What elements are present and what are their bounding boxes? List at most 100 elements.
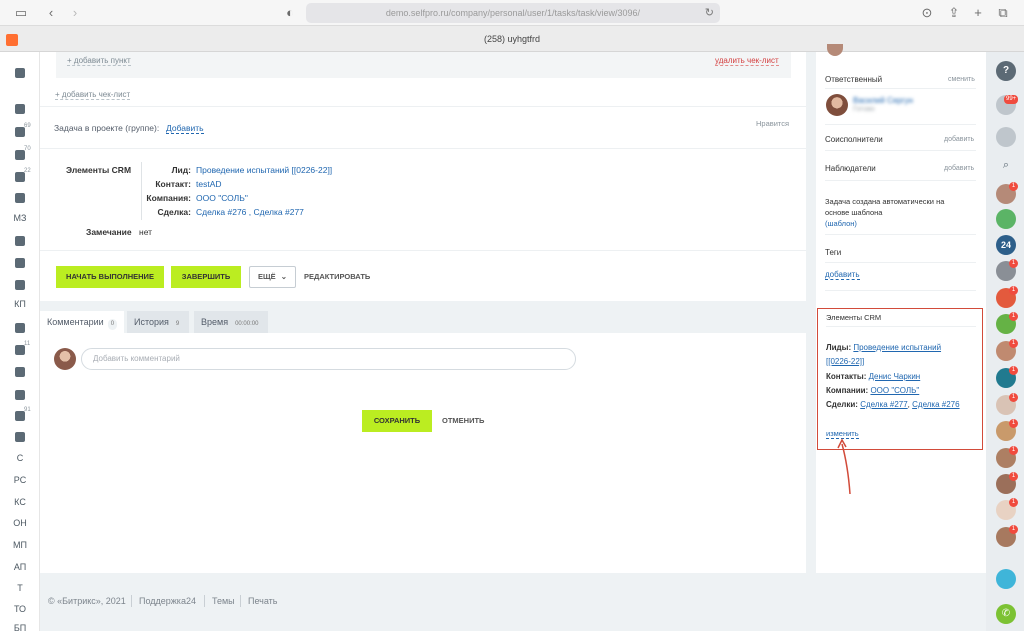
comment-input[interactable]: Добавить комментарий	[81, 348, 576, 370]
crm-contact-link[interactable]: testAD	[196, 179, 222, 189]
left-menu-item-text[interactable]: ОН	[0, 515, 40, 531]
cancel-comment-button[interactable]: ОТМЕНИТЬ	[442, 410, 484, 432]
like-link[interactable]: Нравится	[756, 119, 789, 128]
left-menu-label: ТО	[13, 604, 27, 614]
left-menu-item-text[interactable]: РС	[0, 472, 40, 488]
tab-history[interactable]: История 9	[127, 311, 190, 333]
phone-icon[interactable]: ✆	[996, 604, 1016, 624]
footer-themes-link[interactable]: Темы	[212, 596, 235, 606]
left-menu-item-box[interactable]	[0, 428, 40, 444]
new-tab-icon[interactable]: +	[969, 4, 987, 22]
tab-comments[interactable]: Комментарии 0	[40, 311, 125, 333]
left-menu-item-menu[interactable]	[0, 64, 40, 80]
unread-badge: 1	[1009, 366, 1018, 375]
box-icon	[15, 431, 25, 442]
add-checklist-link[interactable]: + добавить чек-лист	[55, 90, 131, 100]
menu-icon	[15, 67, 25, 78]
crm-deal-link[interactable]: Сделка #276 , Сделка #277	[196, 207, 304, 217]
privacy-shield-icon[interactable]: ◐	[281, 4, 299, 22]
left-menu-item-flow[interactable]	[0, 386, 40, 402]
tab-title[interactable]: (258) uyhgtfrd	[0, 26, 1024, 52]
forward-icon[interactable]: ›	[66, 4, 84, 22]
left-menu-item-refresh[interactable]: 22	[0, 168, 40, 184]
delete-checklist-link[interactable]: удалить чек-лист	[715, 56, 779, 66]
add-tag-link[interactable]: добавить	[825, 270, 860, 280]
left-menu-item-text[interactable]: МП	[0, 537, 40, 553]
left-menu-item-text[interactable]: МЗ	[0, 210, 40, 226]
footer-support-link[interactable]: Поддержка24	[139, 596, 196, 606]
crm-box-deal-link-2[interactable]: Сделка #276	[912, 400, 959, 409]
crm-box-leads-label: Лиды:	[826, 343, 852, 352]
unread-badge: 1	[1009, 393, 1018, 402]
left-menu-item-mail[interactable]: 91	[0, 407, 40, 423]
left-menu-item-text[interactable]: БП	[0, 620, 40, 631]
download-icon[interactable]: ⊙	[918, 4, 936, 22]
more-button[interactable]: ЕЩЁ ⌄	[249, 266, 296, 288]
crm-box-company-link[interactable]: ООО "СОЛЬ"	[870, 386, 919, 395]
add-checklist-item-link[interactable]: + добавить пункт	[67, 56, 131, 66]
left-menu-item-chat[interactable]: 11	[0, 341, 40, 357]
project-label: Задача в проекте (группе):	[54, 123, 160, 133]
left-menu-item-filter[interactable]: 69	[0, 123, 40, 139]
contact-avatar[interactable]	[996, 209, 1016, 229]
crm-box-divider	[826, 326, 976, 327]
messenger-icon[interactable]	[996, 127, 1016, 147]
tab-strip: (258) uyhgtfrd	[0, 26, 1024, 52]
crm-box-deal-link-1[interactable]: Сделка #277	[860, 400, 907, 409]
crm-box-lead-link[interactable]: Проведение испытаний	[853, 343, 941, 352]
edit-button[interactable]: РЕДАКТИРОВАТЬ	[304, 266, 370, 288]
building-icon	[15, 257, 25, 268]
group-icon	[15, 366, 25, 377]
unread-badge: 1	[1009, 446, 1018, 455]
left-menu-item-news[interactable]	[0, 100, 40, 116]
crm-box-contact-link[interactable]: Денис Чаркин	[869, 372, 921, 381]
crm-lead-link[interactable]: Проведение испытаний [[0226-22]]	[196, 165, 332, 175]
left-menu-item-notes[interactable]	[0, 276, 40, 292]
left-menu-item-calendar[interactable]	[0, 232, 40, 248]
annotation-arrow-icon	[837, 438, 851, 495]
left-menu-item-tasks[interactable]: 70	[0, 146, 40, 162]
left-menu-item-text[interactable]: КС	[0, 494, 40, 510]
bitrix24-chat-avatar[interactable]: 24	[996, 235, 1016, 255]
crm-title: Элементы CRM	[66, 165, 132, 175]
add-observer-link[interactable]: добавить	[944, 165, 974, 172]
left-menu-counter: 11	[24, 341, 31, 347]
reload-icon[interactable]: ↻	[705, 3, 714, 23]
left-menu-item-text[interactable]: КП	[0, 296, 40, 312]
tab-time-label: Время	[201, 317, 229, 327]
search-icon[interactable]: ⌕	[996, 155, 1016, 175]
footer-print-link[interactable]: Печать	[248, 596, 277, 606]
divider	[40, 148, 806, 149]
tab-overview-icon[interactable]: ⧉	[994, 4, 1012, 22]
left-menu-counter: 70	[24, 146, 31, 152]
crm-contact-label: Контакт:	[155, 179, 191, 189]
left-menu-item-text[interactable]: Т	[0, 580, 40, 596]
back-icon[interactable]: ‹	[42, 4, 60, 22]
responsible-label: Ответственный	[825, 75, 883, 84]
left-menu-item-drive[interactable]	[0, 319, 40, 335]
left-menu-label: ОН	[13, 518, 27, 528]
crm-company-link[interactable]: ООО "СОЛЬ"	[196, 193, 248, 203]
tab-time[interactable]: Время 00:00:00	[194, 311, 269, 333]
open-line-icon[interactable]	[996, 569, 1016, 589]
left-menu-item-group[interactable]	[0, 363, 40, 379]
left-menu-item-clock[interactable]	[0, 189, 40, 205]
responsible-name[interactable]: Василий Сергун	[853, 96, 913, 105]
address-bar[interactable]: demo.selfpro.ru/company/personal/user/1/…	[306, 3, 720, 23]
share-icon[interactable]: ⇪	[945, 4, 963, 22]
change-responsible-link[interactable]: сменить	[948, 76, 975, 83]
save-comment-button[interactable]: СОХРАНИТЬ	[362, 410, 432, 432]
help-icon[interactable]: ?	[996, 61, 1016, 81]
add-coexecutor-link[interactable]: добавить	[944, 136, 974, 143]
left-menu-item-text[interactable]: ТО	[0, 601, 40, 617]
left-menu-item-text[interactable]: АП	[0, 559, 40, 575]
project-add-link[interactable]: Добавить	[166, 123, 204, 134]
crm-company-label: Компания:	[146, 193, 191, 203]
start-task-button[interactable]: НАЧАТЬ ВЫПОЛНЕНИЕ	[56, 266, 164, 288]
sidebar-toggle-icon[interactable]: ▭	[12, 4, 30, 22]
left-menu-item-text[interactable]: С	[0, 450, 40, 466]
finish-task-button[interactable]: ЗАВЕРШИТЬ	[171, 266, 241, 288]
crm-box-lead-link-2[interactable]: [[0226-22]]	[826, 357, 864, 366]
left-menu-item-building[interactable]	[0, 254, 40, 270]
template-link[interactable]: (шаблон)	[825, 219, 857, 228]
